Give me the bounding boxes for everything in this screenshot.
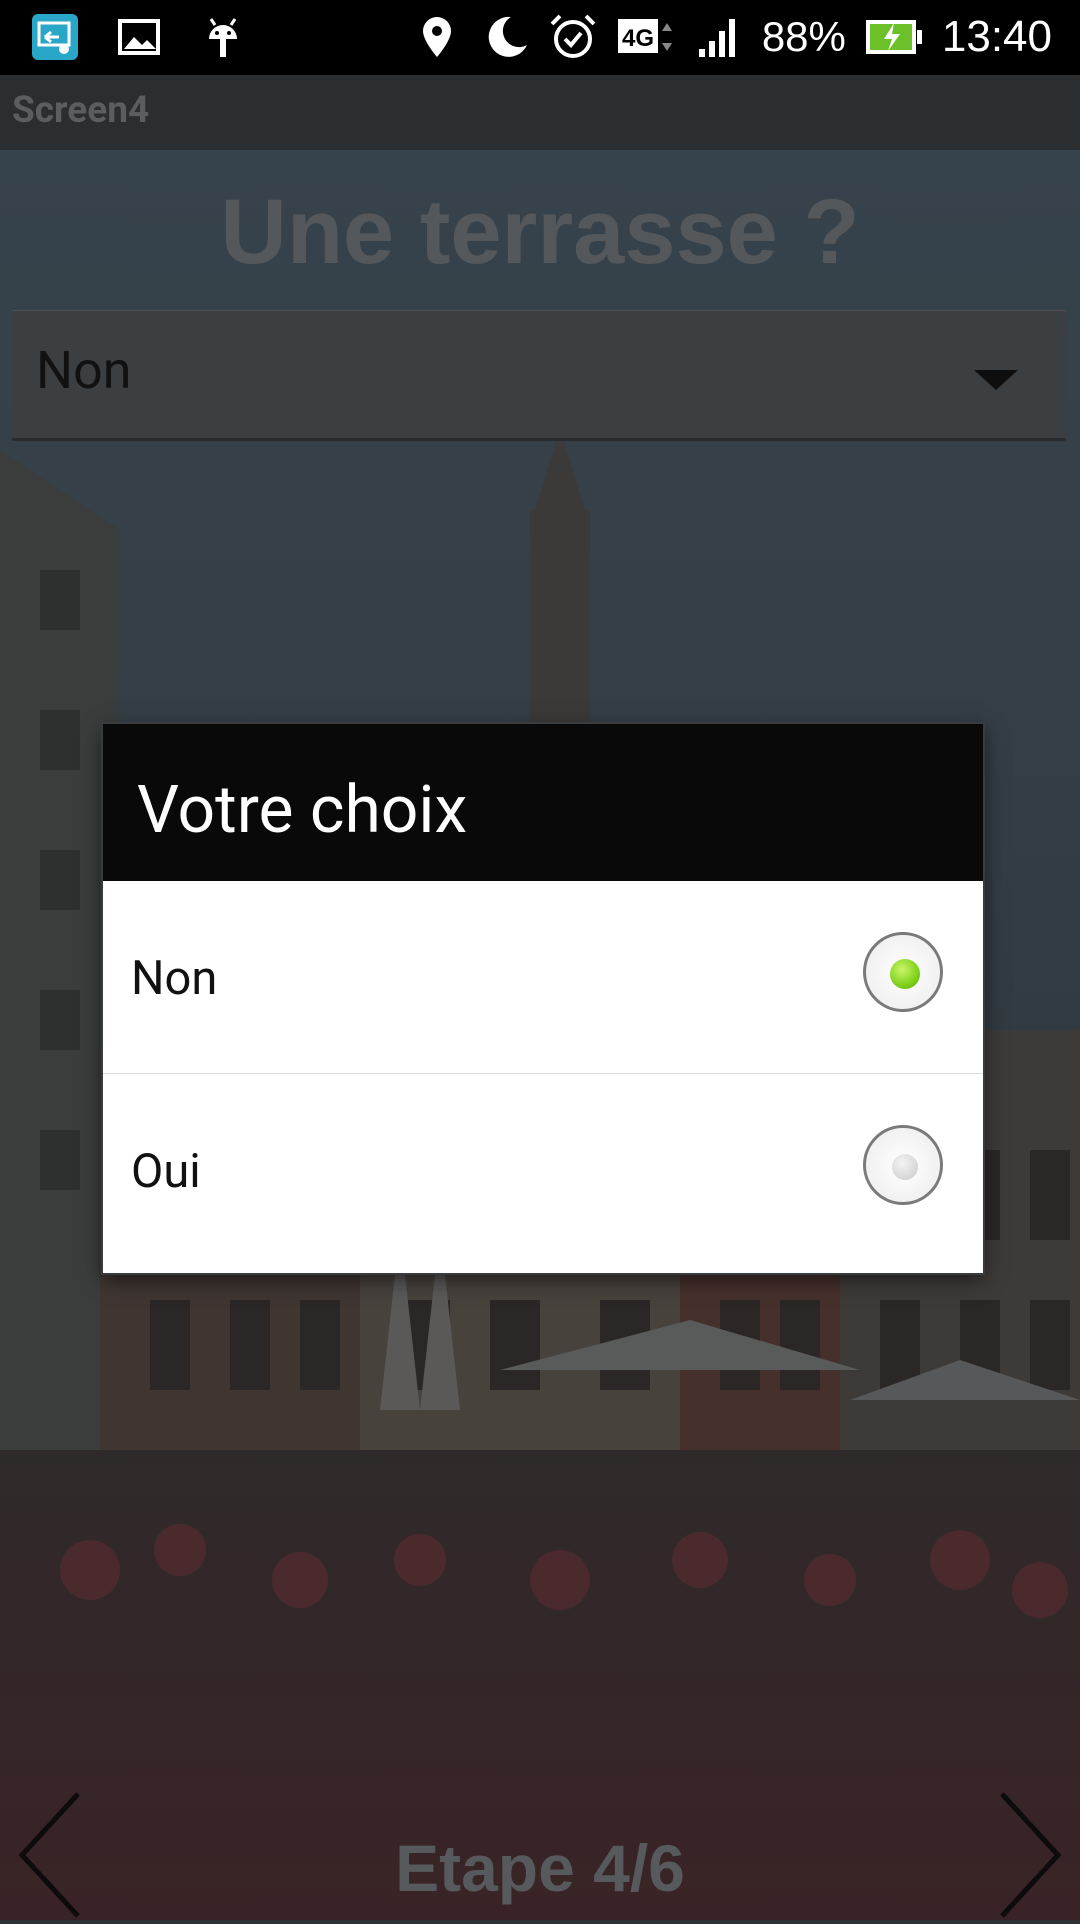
battery-charging-icon <box>864 12 924 62</box>
status-time: 13:40 <box>941 12 1052 61</box>
option-non[interactable]: Non <box>103 881 983 1074</box>
terrasse-spinner[interactable]: Non <box>12 310 1066 441</box>
step-indicator: Etape 4/6 <box>395 1831 685 1905</box>
option-oui[interactable]: Oui <box>103 1074 983 1273</box>
app-title: Screen4 <box>12 89 150 132</box>
moon-icon <box>480 12 530 62</box>
image-icon <box>114 12 164 62</box>
alarm-icon <box>548 12 598 62</box>
spinner-value: Non <box>36 340 132 401</box>
radio-button-unselected[interactable] <box>863 1125 943 1205</box>
signal-icon <box>694 12 744 62</box>
battery-percent: 88% <box>761 13 846 60</box>
radio-unselected-dot-icon <box>892 1154 918 1180</box>
dropdown-arrow-icon <box>974 370 1018 390</box>
android-debug-icon <box>198 12 248 62</box>
option-label: Non <box>131 951 218 1006</box>
option-label: Oui <box>131 1144 201 1199</box>
screen-title: Une terrasse ? <box>220 181 860 283</box>
radio-selected-dot-icon <box>890 959 920 989</box>
dialog-header: Votre choix <box>103 724 983 881</box>
screen-cast-icon <box>30 12 80 62</box>
network-4g-icon: 4G <box>616 12 676 62</box>
dialog-options-list: Non Oui <box>103 881 983 1273</box>
status-bar: 4G 88% 13:40 <box>0 0 1080 75</box>
dialog-title: Votre choix <box>137 772 468 849</box>
radio-button-selected[interactable] <box>863 932 943 1012</box>
choice-dialog: Votre choix Non Oui <box>103 724 983 1273</box>
svg-text:4G: 4G <box>622 25 654 52</box>
next-arrow-icon[interactable] <box>988 1790 1068 1920</box>
location-icon <box>412 12 462 62</box>
action-bar: Screen4 <box>0 75 1080 151</box>
